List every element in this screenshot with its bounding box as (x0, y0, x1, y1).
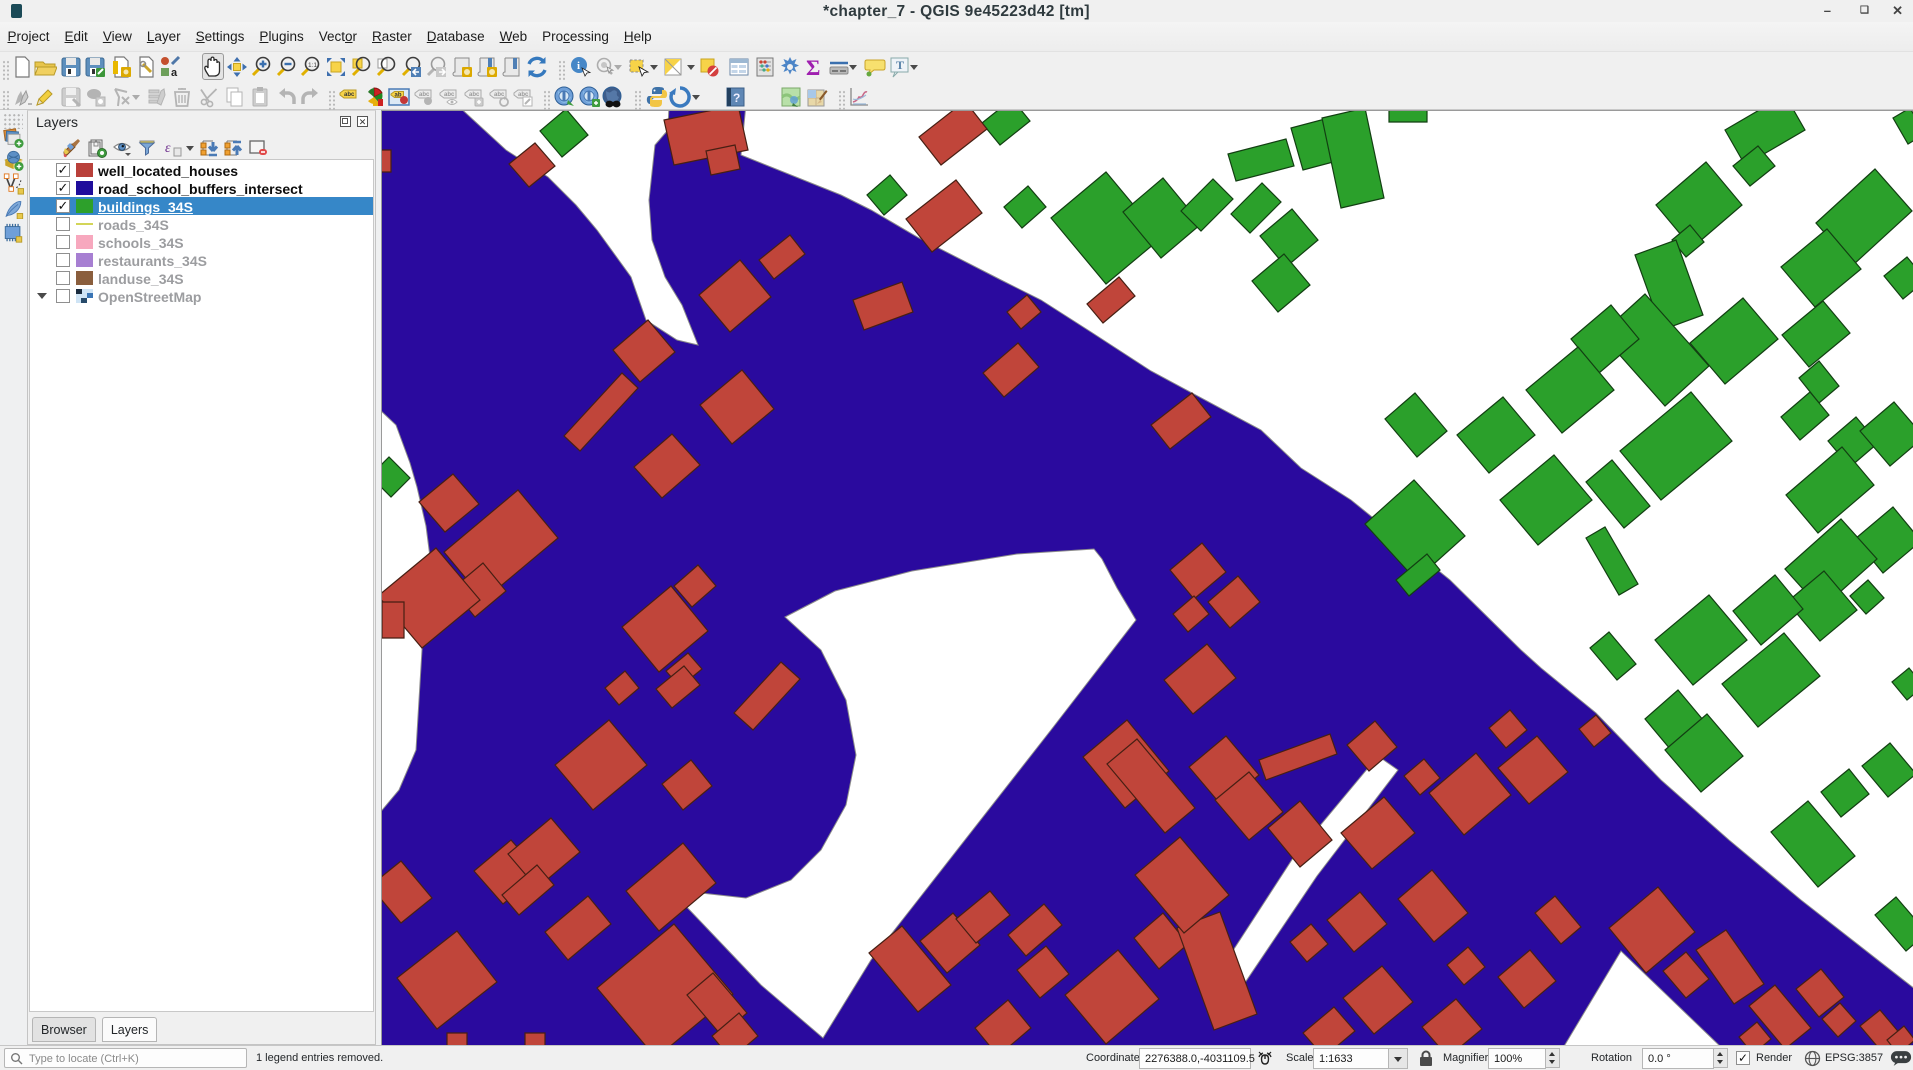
svg-text:abc: abc (469, 92, 480, 98)
svg-text:abc: abc (444, 92, 455, 98)
svg-text:T: T (896, 58, 904, 72)
svg-text:a: a (171, 67, 178, 79)
svg-text:i: i (577, 60, 580, 72)
svg-text:Σ: Σ (806, 55, 820, 79)
svg-text:?: ? (733, 91, 740, 105)
svg-text:ε: ε (165, 141, 171, 156)
svg-text:ab: ab (395, 93, 402, 99)
svg-text:abc: abc (344, 92, 355, 98)
svg-text:abc: abc (494, 92, 505, 98)
svg-text:1:1: 1:1 (308, 62, 317, 69)
